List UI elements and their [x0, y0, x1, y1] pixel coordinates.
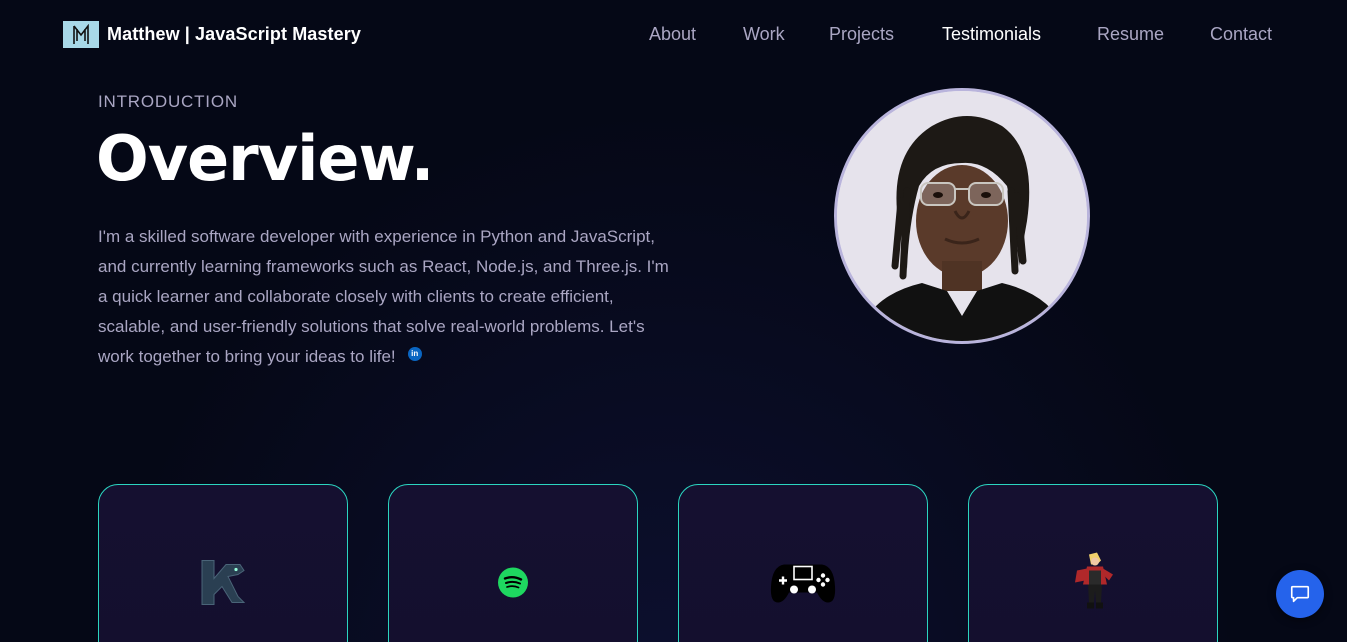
service-card-4[interactable] — [968, 484, 1218, 642]
chat-bubble-icon — [1290, 585, 1310, 603]
profile-photo — [834, 88, 1090, 344]
section-title: Overview. — [96, 122, 434, 195]
service-card-3[interactable] — [678, 484, 928, 642]
service-card-2[interactable] — [388, 484, 638, 642]
nav-contact[interactable]: Contact — [1210, 24, 1272, 45]
intro-paragraph: I'm a skilled software developer with ex… — [98, 222, 678, 372]
nav-resume[interactable]: Resume — [1097, 24, 1164, 45]
nav-projects[interactable]: Projects — [829, 24, 894, 45]
spotify-icon — [498, 567, 528, 603]
nav-links: About Work Projects Testimonials Resume … — [0, 24, 1347, 48]
linkedin-icon[interactable]: in — [407, 347, 422, 361]
intro-text: I'm a skilled software developer with ex… — [98, 227, 669, 366]
nav-work[interactable]: Work — [743, 24, 785, 45]
chat-button[interactable] — [1276, 570, 1324, 618]
nav-testimonials[interactable]: Testimonials — [942, 24, 1041, 45]
portfolio-page: Matthew | JavaScript Mastery About Work … — [0, 0, 1347, 642]
panther-k-icon — [198, 557, 248, 614]
nav-about[interactable]: About — [649, 24, 696, 45]
section-subtitle: INTRODUCTION — [98, 92, 238, 111]
service-card-1[interactable] — [98, 484, 348, 642]
gamepad-icon — [770, 561, 836, 610]
anime-character-icon — [1071, 551, 1115, 620]
navbar: Matthew | JavaScript Mastery About Work … — [0, 0, 1347, 70]
